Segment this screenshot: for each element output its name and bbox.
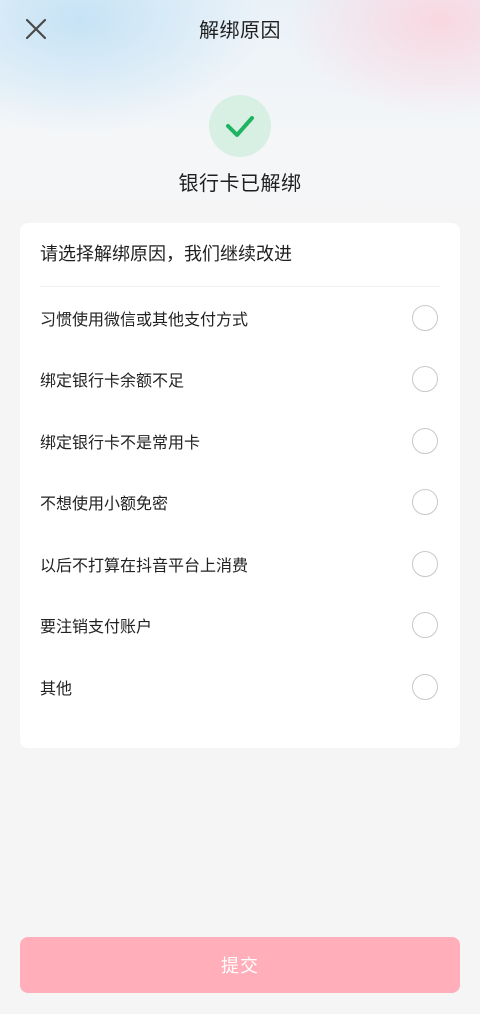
reason-label: 绑定银行卡不是常用卡 [40,432,201,452]
reason-label: 不想使用小额免密 [40,494,169,514]
radio-button[interactable] [412,673,438,700]
radio-button[interactable] [412,304,438,331]
reason-item-other[interactable]: 其他 [40,656,440,718]
reason-label: 习惯使用微信或其他支付方式 [40,309,249,329]
reason-card: 请选择解绑原因，我们继续改进 习惯使用微信或其他支付方式 绑定银行卡余额不足 绑… [20,223,460,748]
reason-item-no-password-free[interactable]: 不想使用小额免密 [40,472,440,534]
reason-item-insufficient-balance[interactable]: 绑定银行卡余额不足 [40,349,440,411]
success-badge [209,95,271,157]
reason-item-habit[interactable]: 习惯使用微信或其他支付方式 [40,287,440,349]
page-title: 解绑原因 [199,18,281,42]
radio-button[interactable] [412,612,438,639]
top-bar: 解绑原因 [0,0,480,58]
radio-button[interactable] [412,550,438,577]
radio-button[interactable] [412,366,438,393]
reason-item-no-future-spending[interactable]: 以后不打算在抖音平台上消费 [40,533,440,595]
reason-label: 绑定银行卡余额不足 [40,371,185,391]
reason-label: 要注销支付账户 [40,617,153,637]
reason-item-close-account[interactable]: 要注销支付账户 [40,595,440,657]
reason-item-not-common-card[interactable]: 绑定银行卡不是常用卡 [40,410,440,472]
radio-button[interactable] [412,427,438,454]
radio-button[interactable] [412,489,438,516]
reason-list: 习惯使用微信或其他支付方式 绑定银行卡余额不足 绑定银行卡不是常用卡 不想使用小… [40,287,440,718]
unbind-status: 银行卡已解绑 [0,95,480,196]
reason-label: 其他 [40,678,73,698]
submit-button[interactable]: 提交 [20,937,460,993]
check-icon [226,116,254,137]
reason-card-title: 请选择解绑原因，我们继续改进 [40,223,440,287]
reason-label: 以后不打算在抖音平台上消费 [40,555,249,575]
status-text: 银行卡已解绑 [178,171,302,195]
